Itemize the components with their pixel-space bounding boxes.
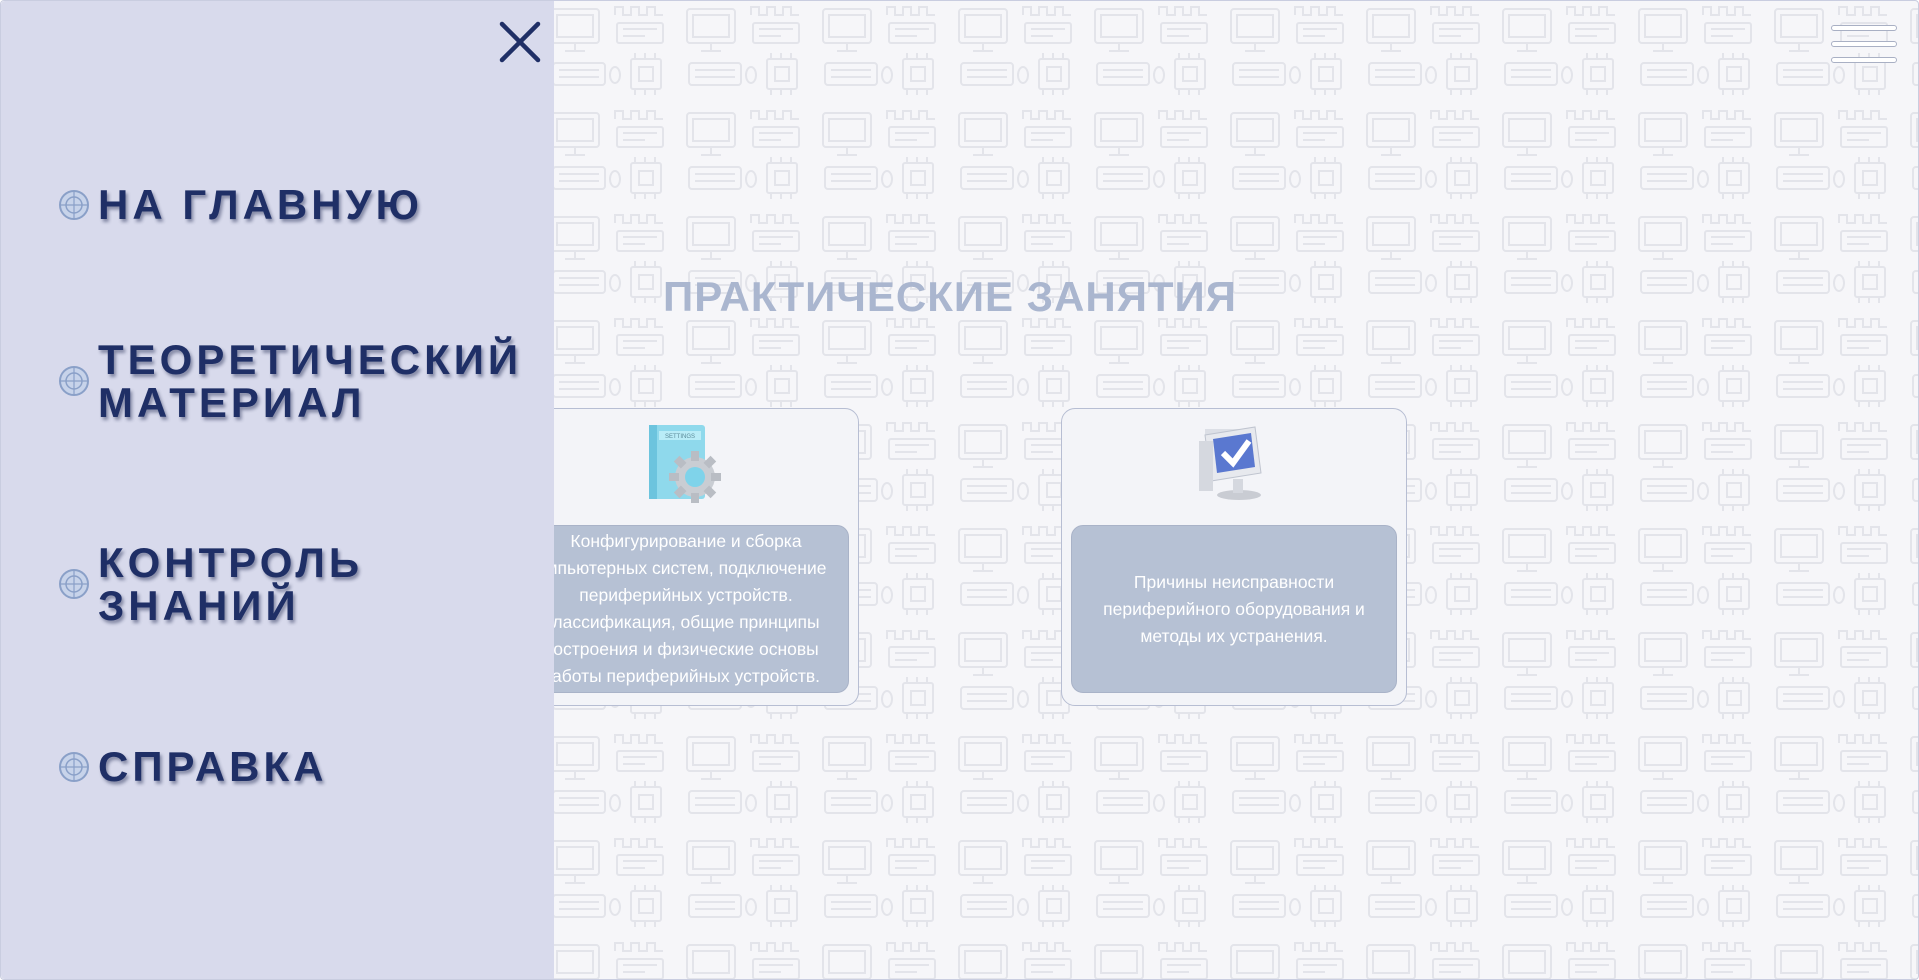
app-window: ПРАКТИЧЕСКИЕ ЗАНЯТИЯ SETTINGS Конфигурир…	[0, 0, 1919, 980]
menu-item-label: ТЕОРЕТИЧЕСКИЙ МАТЕРИАЛ	[98, 336, 523, 426]
menu-item-knowledge-control[interactable]: КОНТРОЛЬ ЗНАНИЙ	[58, 541, 363, 627]
hamburger-line	[1831, 41, 1897, 47]
close-icon[interactable]	[497, 19, 543, 65]
hamburger-line	[1831, 25, 1897, 31]
globe-icon	[59, 366, 89, 396]
menu-item-help[interactable]: СПРАВКА	[58, 745, 327, 788]
settings-label: SETTINGS	[665, 434, 695, 440]
page-title: ПРАКТИЧЕСКИЕ ЗАНЯТИЯ	[663, 273, 1237, 320]
hamburger-menu-button[interactable]	[1831, 25, 1899, 71]
menu-item-theory[interactable]: ТЕОРЕТИЧЕСКИЙ МАТЕРИАЛ	[58, 338, 522, 424]
side-menu: НА ГЛАВНУЮ ТЕОРЕТИЧЕСКИЙ МАТЕРИАЛ КОНТРО…	[1, 1, 554, 979]
globe-icon	[59, 569, 89, 599]
practice-card[interactable]: Причины неисправности периферийного обор…	[1061, 408, 1407, 706]
card-description: Причины неисправности периферийного обор…	[1071, 525, 1397, 693]
practice-card[interactable]: SETTINGS Конфигурирование и сборка мпьют…	[513, 408, 859, 706]
globe-icon	[59, 189, 89, 220]
menu-item-home[interactable]: НА ГЛАВНУЮ	[58, 183, 423, 226]
menu-item-label: КОНТРОЛЬ ЗНАНИЙ	[98, 539, 364, 629]
computer-check-icon	[1191, 423, 1277, 503]
globe-icon	[59, 751, 89, 782]
menu-item-label: НА ГЛАВНУЮ	[98, 181, 423, 228]
settings-book-icon: SETTINGS	[643, 423, 729, 503]
hamburger-line	[1831, 57, 1897, 63]
card-description: Конфигурирование и сборка мпьютерных сис…	[523, 525, 849, 693]
menu-item-label: СПРАВКА	[98, 743, 328, 790]
